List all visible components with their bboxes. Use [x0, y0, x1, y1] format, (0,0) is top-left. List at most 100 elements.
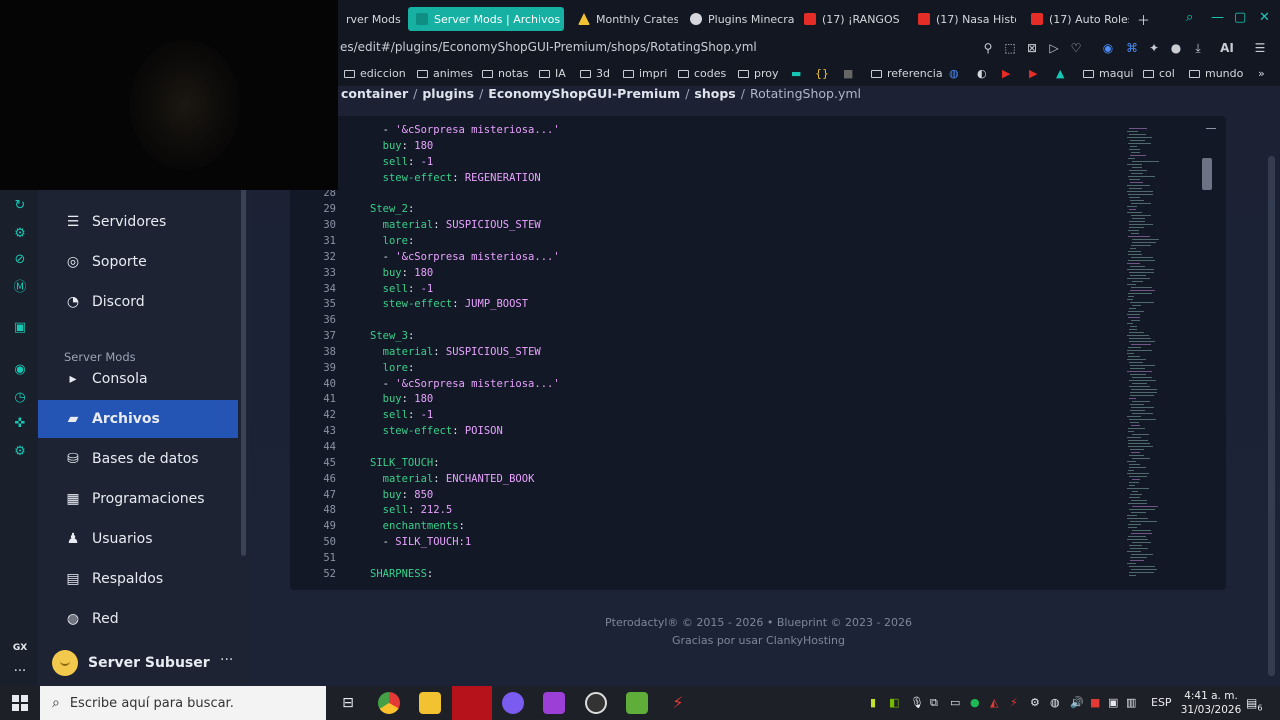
- tab-monthly-crates[interactable]: Monthly Crates: [570, 7, 678, 31]
- bookmark-animes[interactable]: animes: [417, 67, 473, 80]
- discord-app-icon[interactable]: [502, 692, 524, 714]
- windows-start-icon[interactable]: [12, 695, 28, 711]
- tab-server-mods-c[interactable]: rver Mods | C: [338, 7, 402, 31]
- flash-app-icon[interactable]: ⚡: [667, 692, 689, 714]
- minecraft-icon[interactable]: [626, 692, 648, 714]
- ai-button[interactable]: AI: [1212, 40, 1242, 56]
- breadcrumb-container[interactable]: container: [341, 86, 408, 101]
- bookmark-impri[interactable]: impri: [623, 67, 667, 80]
- settings-icon[interactable]: ⚙: [12, 444, 28, 460]
- extensions-icon[interactable]: ✦: [1146, 40, 1162, 56]
- maximize-icon[interactable]: ▢: [1234, 10, 1246, 25]
- code-line[interactable]: - '&cSorpresa misteriosa...': [370, 124, 560, 136]
- code-line[interactable]: buy: 180: [370, 140, 434, 152]
- sidebar-item-respaldos[interactable]: ▤ Respaldos: [38, 560, 238, 598]
- crop-icon[interactable]: ⬚: [1002, 40, 1018, 56]
- menu-icon[interactable]: ☰: [1252, 40, 1268, 56]
- capture-icon[interactable]: ⧉: [930, 696, 938, 710]
- tray-dot-icon[interactable]: ●: [970, 696, 980, 709]
- code-line[interactable]: sell: -1: [370, 283, 434, 295]
- close-icon[interactable]: ✕: [1259, 10, 1270, 25]
- code-area[interactable]: - '&cSorpresa misteriosa...' buy: 180 se…: [290, 116, 1120, 590]
- code-line[interactable]: material: SUSPICIOUS_STEW: [370, 219, 541, 231]
- block-icon[interactable]: ⊠: [1024, 40, 1040, 56]
- bookmark-maqui[interactable]: maqui: [1083, 67, 1133, 80]
- editor-scrollbar[interactable]: [1202, 158, 1212, 190]
- bookmark-referencia[interactable]: referencia: [871, 67, 943, 80]
- file-explorer-icon[interactable]: [419, 692, 441, 714]
- code-line[interactable]: material: SUSPICIOUS_STEW: [370, 346, 541, 358]
- volume-icon[interactable]: 🔊: [1070, 696, 1084, 709]
- code-editor[interactable]: - '&cSorpresa misteriosa...' buy: 180 se…: [290, 116, 1226, 590]
- battery-icon[interactable]: ▭: [950, 696, 960, 709]
- chevron-right-icon[interactable]: »: [1258, 67, 1265, 80]
- notification-icon[interactable]: ▤6: [1246, 696, 1262, 712]
- tray-flash-icon[interactable]: ⚡: [1010, 696, 1018, 709]
- more-icon[interactable]: ···: [12, 664, 28, 680]
- clock-icon[interactable]: ◷: [12, 390, 28, 406]
- network-tray-icon[interactable]: ▥: [1126, 696, 1136, 709]
- code-line[interactable]: lore:: [370, 235, 415, 247]
- code-line[interactable]: stew-effect: JUMP_BOOST: [370, 298, 528, 310]
- code-line[interactable]: enchantments:: [370, 520, 465, 532]
- code-line[interactable]: buy: 180: [370, 393, 434, 405]
- taskbar-search[interactable]: ⌕ Escribe aquí para buscar.: [40, 686, 326, 720]
- gx-icon[interactable]: GX: [12, 640, 28, 656]
- youtube-icon[interactable]: ▶: [1029, 67, 1037, 80]
- sidebar-item-usuarios[interactable]: ♟ Usuarios: [38, 520, 238, 558]
- m-icon[interactable]: Ⓜ: [12, 280, 28, 296]
- breadcrumb-shops[interactable]: shops: [694, 86, 735, 101]
- twitch-icon[interactable]: ▣: [12, 320, 28, 336]
- bookmark-ediccion[interactable]: ediccion: [344, 67, 406, 80]
- play-circle-icon[interactable]: ◉: [12, 362, 28, 378]
- play-icon[interactable]: ▷: [1046, 40, 1062, 56]
- user-more-button[interactable]: ···: [220, 652, 233, 668]
- download-icon[interactable]: ⤓: [1190, 40, 1206, 56]
- bookmark-circle-icon[interactable]: ◐: [977, 67, 987, 80]
- bookmark-col[interactable]: col: [1143, 67, 1175, 80]
- steam-icon[interactable]: ◍: [949, 67, 959, 80]
- bookmark-mundo[interactable]: mundo: [1189, 67, 1243, 80]
- code-line[interactable]: SILK_TOUCH:: [370, 457, 440, 469]
- bookmark-notas[interactable]: notas: [482, 67, 529, 80]
- youtube-icon[interactable]: ▶: [1002, 67, 1010, 80]
- code-line[interactable]: - SILK_TOUCH:1: [370, 536, 472, 548]
- new-tab-plus-icon[interactable]: ＋: [1137, 10, 1150, 29]
- slash-icon[interactable]: ⊘: [12, 252, 28, 268]
- code-line[interactable]: stew-effect: REGENERATION: [370, 172, 541, 184]
- language-indicator[interactable]: ESP: [1151, 696, 1172, 709]
- bookmark-json-icon[interactable]: {}: [815, 67, 829, 80]
- display-icon[interactable]: ▣: [1108, 696, 1118, 709]
- sidebar-item-bases-de-datos[interactable]: ⛁ Bases de datos: [38, 440, 238, 478]
- opera-gx-icon[interactable]: [452, 686, 492, 720]
- tab-youtube-nasa[interactable]: (17) Nasa Histori: [910, 7, 1016, 31]
- code-line[interactable]: buy: 180: [370, 267, 434, 279]
- bookmark-codes[interactable]: codes: [678, 67, 726, 80]
- tray-app-icon[interactable]: ▮: [870, 696, 876, 709]
- user-menu[interactable]: Server Subuser: [52, 650, 210, 676]
- sidebar-item-programaciones[interactable]: ▦ Programaciones: [38, 480, 238, 518]
- code-line[interactable]: - '&cSorpresa misteriosa...': [370, 251, 560, 263]
- tray-audio-icon[interactable]: ◭: [990, 696, 998, 709]
- tab-youtube-auto-roles[interactable]: (17) Auto Roles Z: [1023, 7, 1129, 31]
- tab-plugins-minecraft[interactable]: Plugins Minecra: [682, 7, 794, 31]
- sidebar-item-consola[interactable]: ▸ Consola: [38, 360, 238, 398]
- bookmark-square-icon[interactable]: ■: [843, 67, 853, 80]
- obs-icon[interactable]: [585, 692, 607, 714]
- code-line[interactable]: buy: 850: [370, 489, 434, 501]
- code-line[interactable]: material: ENCHANTED_BOOK: [370, 473, 535, 485]
- bookmark-3d[interactable]: 3d: [580, 67, 610, 80]
- code-line[interactable]: - '&cSorpresa misteriosa...': [370, 378, 560, 390]
- code-line[interactable]: Stew_2:: [370, 203, 414, 215]
- minimize-icon[interactable]: —: [1211, 10, 1224, 25]
- nvidia-icon[interactable]: ◧: [889, 696, 899, 709]
- audio-icon[interactable]: ◉: [1100, 40, 1116, 56]
- sidebar-item-soporte[interactable]: ◎ Soporte: [38, 243, 238, 281]
- tray-settings-icon[interactable]: ⚙: [1030, 696, 1040, 709]
- heart-icon[interactable]: ♡: [1068, 40, 1084, 56]
- code-line[interactable]: lore:: [370, 362, 415, 374]
- tray-red-icon[interactable]: ■: [1090, 696, 1100, 709]
- chrome-icon[interactable]: [378, 692, 400, 714]
- minimap[interactable]: [1125, 128, 1185, 578]
- code-line[interactable]: sell: -1: [370, 409, 434, 421]
